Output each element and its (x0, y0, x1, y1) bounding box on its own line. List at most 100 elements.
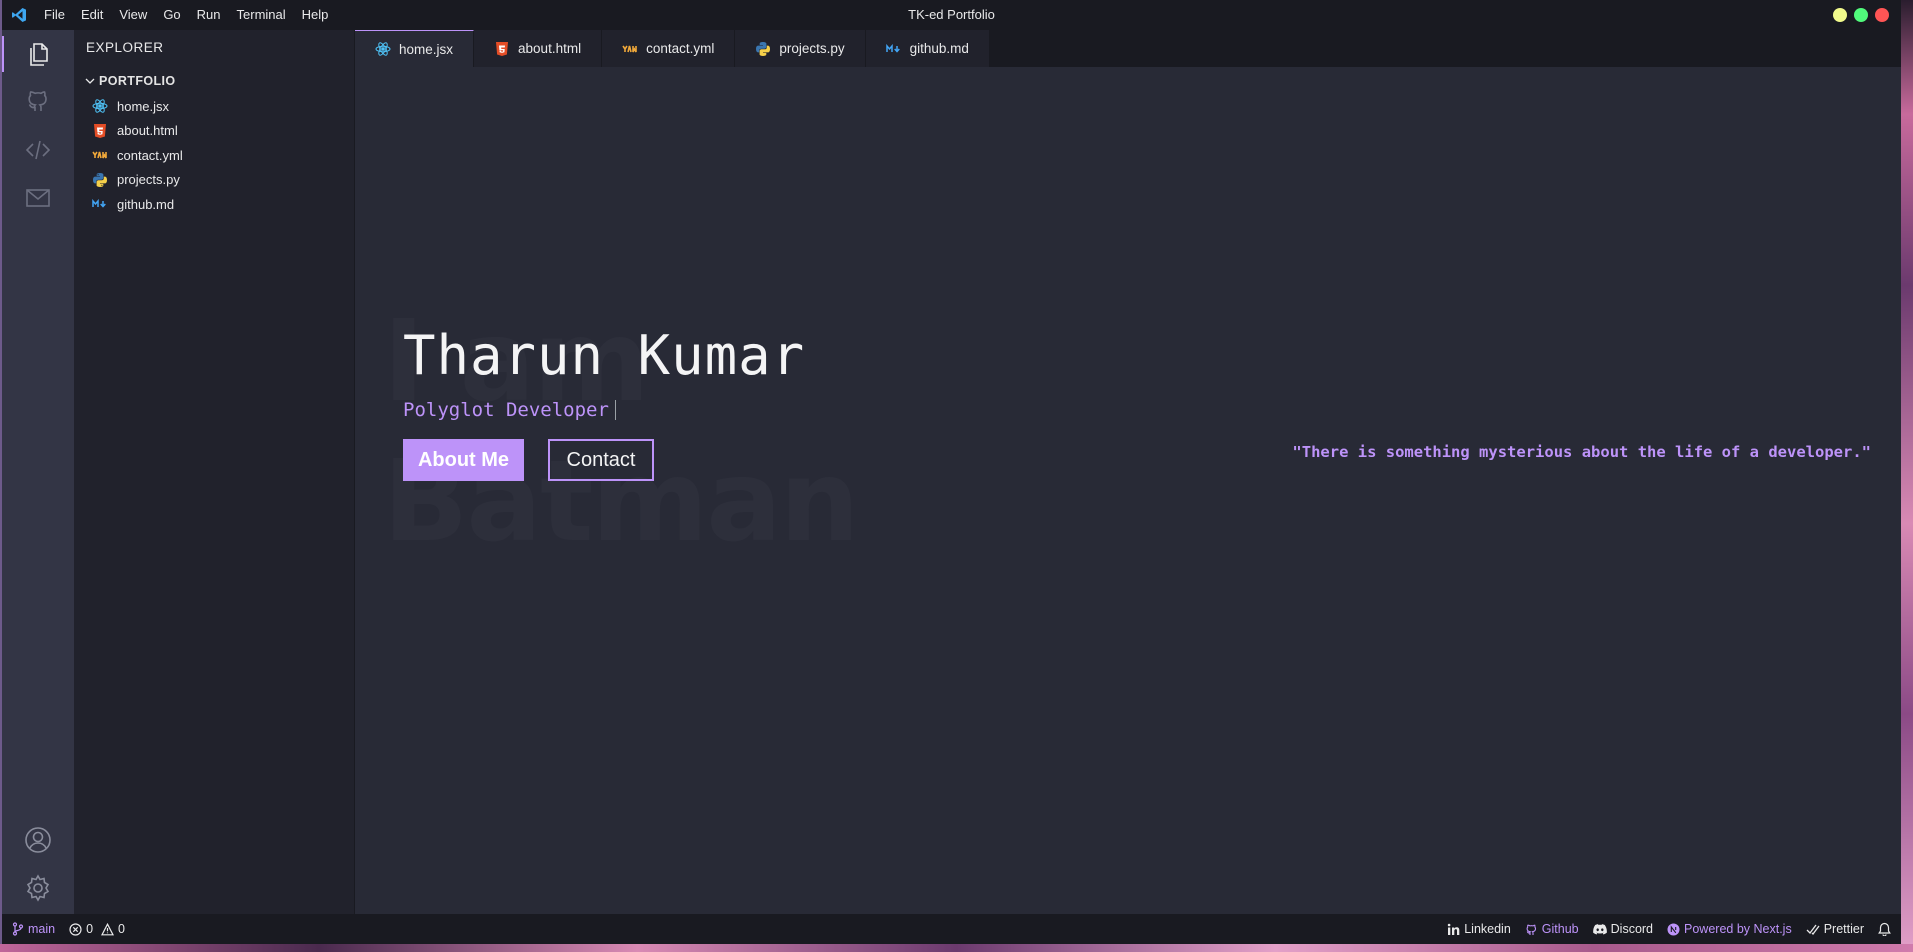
title-bar: File Edit View Go Run Terminal Help TK-e… (2, 0, 1901, 30)
mail-icon (26, 189, 50, 207)
maximize-button[interactable] (1854, 8, 1868, 22)
error-icon (69, 922, 82, 936)
menu-edit[interactable]: Edit (73, 0, 111, 30)
code-button[interactable] (2, 132, 74, 168)
markdown-icon (92, 196, 108, 212)
tab-label: github.md (909, 41, 969, 56)
bell-icon (1878, 922, 1891, 936)
hero-role: Polyglot Developer (403, 399, 609, 421)
tab-contact[interactable]: contact.yml (602, 30, 736, 67)
notifications-button[interactable] (1878, 922, 1891, 936)
about-me-button[interactable]: About Me (403, 439, 524, 481)
explorer-sidebar: EXPLORER PORTFOLIO home.jsx about.html c… (74, 30, 354, 914)
python-icon (755, 41, 771, 57)
wallpaper-edge (1901, 0, 1913, 952)
sidebar-file-contact[interactable]: contact.yml (74, 143, 354, 168)
vscode-logo-icon (2, 0, 36, 30)
warning-icon (101, 922, 115, 935)
explorer-button[interactable] (2, 36, 74, 72)
linkedin-label: Linkedin (1464, 922, 1511, 936)
tab-home[interactable]: home.jsx (355, 30, 475, 67)
file-label: about.html (117, 123, 178, 139)
powered-by-link[interactable]: Powered by Next.js (1667, 922, 1792, 936)
hero-role-row: Polyglot Developer (403, 399, 805, 421)
file-label: contact.yml (117, 147, 183, 163)
tab-bar: home.jsx about.html contact.yml projects… (355, 30, 1901, 67)
prettier-indicator[interactable]: Prettier (1806, 922, 1864, 936)
problems-indicator[interactable]: 0 0 (69, 922, 125, 936)
github-button[interactable] (2, 84, 74, 120)
menu-bar: File Edit View Go Run Terminal Help (36, 0, 336, 30)
linkedin-icon (1448, 923, 1460, 935)
file-label: github.md (117, 196, 175, 212)
sidebar-file-home[interactable]: home.jsx (74, 94, 354, 119)
yaml-icon (92, 147, 108, 163)
python-icon (92, 172, 108, 188)
contact-button[interactable]: Contact (548, 439, 654, 481)
sidebar-file-projects[interactable]: projects.py (74, 168, 354, 193)
sidebar-file-about[interactable]: about.html (74, 119, 354, 144)
menu-view[interactable]: View (111, 0, 155, 30)
menu-file[interactable]: File (36, 0, 73, 30)
github-icon (1526, 924, 1536, 935)
tab-projects[interactable]: projects.py (735, 30, 866, 67)
file-label: projects.py (117, 172, 180, 188)
tab-label: contact.yml (646, 41, 715, 56)
tab-label: about.html (518, 41, 582, 56)
hero-name: Tharun Kumar (403, 324, 806, 387)
folder-portfolio[interactable]: PORTFOLIO (74, 68, 354, 94)
menu-help[interactable]: Help (294, 0, 337, 30)
chevron-down-icon (85, 78, 95, 84)
warning-count: 0 (118, 922, 125, 936)
git-branch-icon (12, 922, 24, 936)
status-bar: main 0 0 Linkedin Github Discord Powered… (2, 914, 1901, 944)
react-icon (92, 98, 108, 114)
file-label: home.jsx (117, 98, 170, 114)
minimize-button[interactable] (1833, 8, 1847, 22)
editor-area: home.jsx about.html contact.yml projects… (354, 30, 1901, 914)
gear-icon (26, 874, 50, 902)
wallpaper-bottom (0, 944, 1913, 952)
app-window: File Edit View Go Run Terminal Help TK-e… (0, 0, 1901, 944)
html-icon (494, 41, 510, 57)
github-link[interactable]: Github (1525, 922, 1579, 936)
prettier-label: Prettier (1823, 922, 1864, 936)
sidebar-file-github[interactable]: github.md (74, 192, 354, 217)
folder-label: PORTFOLIO (99, 74, 176, 88)
tab-about[interactable]: about.html (474, 30, 603, 67)
tab-label: projects.py (779, 41, 845, 56)
sidebar-title: EXPLORER (86, 40, 164, 55)
settings-button[interactable] (2, 870, 74, 906)
tab-label: home.jsx (399, 41, 454, 57)
account-button[interactable] (2, 822, 74, 858)
close-button[interactable] (1875, 8, 1889, 22)
menu-go[interactable]: Go (155, 0, 188, 30)
linkedin-link[interactable]: Linkedin (1447, 922, 1511, 936)
discord-link[interactable]: Discord (1592, 922, 1654, 936)
mail-button[interactable] (2, 180, 74, 216)
menu-run[interactable]: Run (189, 0, 229, 30)
activity-bar (2, 30, 74, 914)
github-icon (28, 91, 47, 111)
double-check-icon (1806, 924, 1820, 935)
window-controls (1833, 8, 1889, 22)
branch-label: main (28, 922, 56, 936)
hero-buttons: About Me Contact (403, 439, 805, 481)
branch-indicator[interactable]: main (12, 922, 55, 936)
tab-github[interactable]: github.md (865, 30, 990, 67)
developer-quote: "There is something mysterious about the… (1292, 443, 1871, 461)
files-icon (30, 43, 48, 66)
github-label: Github (1541, 922, 1579, 936)
home-page: I am Batman Tharun Kumar Polyglot Develo… (355, 67, 1901, 914)
markdown-icon (885, 41, 902, 57)
discord-label: Discord (1610, 922, 1654, 936)
html-icon (92, 123, 108, 139)
menu-terminal[interactable]: Terminal (229, 0, 294, 30)
account-icon (25, 827, 51, 853)
react-icon (375, 41, 391, 57)
discord-icon (1592, 923, 1607, 934)
typing-cursor (614, 400, 616, 420)
hero-section: Tharun Kumar Polyglot Developer About Me… (403, 323, 805, 481)
code-icon (25, 140, 51, 160)
nextjs-icon (1667, 923, 1680, 935)
